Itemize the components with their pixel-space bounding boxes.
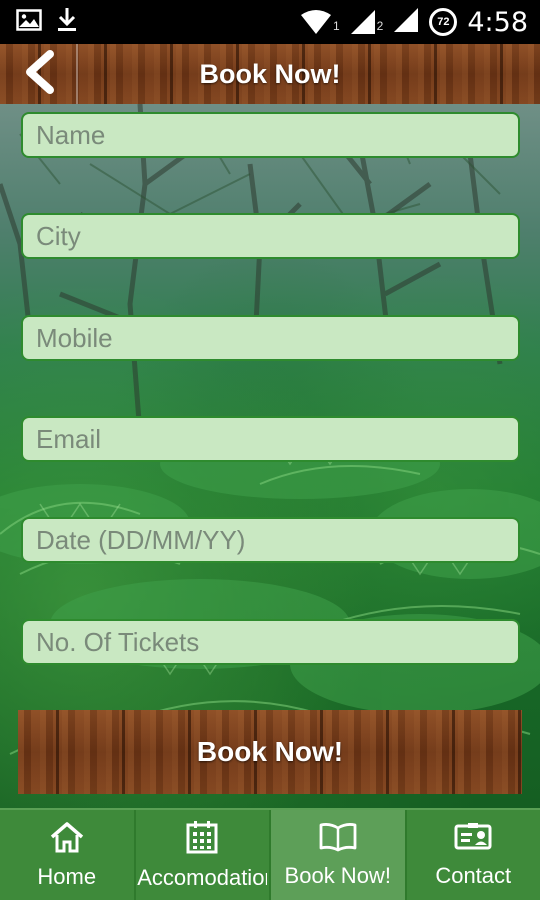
sim2-label: 2: [376, 19, 384, 33]
book-icon: [318, 822, 358, 857]
header-divider: [76, 44, 78, 104]
back-button[interactable]: [0, 44, 78, 104]
nav-label-accomodation: Accomodation: [137, 864, 268, 890]
name-field[interactable]: [21, 112, 520, 158]
download-icon: [56, 7, 78, 38]
tickets-field[interactable]: [21, 619, 520, 665]
calendar-icon: [186, 820, 218, 859]
battery-icon: 72: [429, 8, 458, 36]
page-title: Book Now!: [199, 58, 341, 89]
nav-item-accomodation[interactable]: Accomodation: [136, 810, 271, 900]
clock: 4:58: [467, 6, 528, 38]
nav-item-book-now[interactable]: Book Now!: [271, 810, 407, 900]
nav-label-contact: Contact: [435, 862, 512, 888]
book-now-button[interactable]: Book Now!: [18, 710, 522, 794]
booking-form: Book Now!: [0, 104, 540, 808]
sim1-label: 1: [332, 19, 340, 33]
home-icon: [49, 821, 85, 858]
status-right: 1 2 72 4:58: [300, 7, 528, 38]
image-icon: [16, 8, 42, 37]
nav-label-home: Home: [37, 863, 97, 889]
wifi-icon: 1: [300, 9, 340, 35]
signal-icon-2: [393, 7, 419, 38]
city-field[interactable]: [21, 213, 520, 259]
nav-item-home[interactable]: Home: [0, 810, 136, 900]
bottom-nav: Home Accomodation Book Now! Contact: [0, 808, 540, 900]
nav-item-contact[interactable]: Contact: [407, 810, 540, 900]
status-left: [16, 7, 78, 38]
email-field[interactable]: [21, 416, 520, 462]
chevron-left-icon: [22, 49, 56, 99]
book-now-button-label: Book Now!: [196, 736, 344, 767]
status-bar: 1 2 72 4:58: [0, 0, 540, 44]
app-header: Book Now!: [0, 44, 540, 104]
date-field[interactable]: [21, 517, 520, 563]
signal-icon: 2: [350, 9, 384, 35]
mobile-field[interactable]: [21, 315, 520, 361]
battery-level: 72: [437, 16, 450, 28]
nav-label-book-now: Book Now!: [284, 862, 391, 888]
contact-card-icon: [454, 822, 492, 857]
